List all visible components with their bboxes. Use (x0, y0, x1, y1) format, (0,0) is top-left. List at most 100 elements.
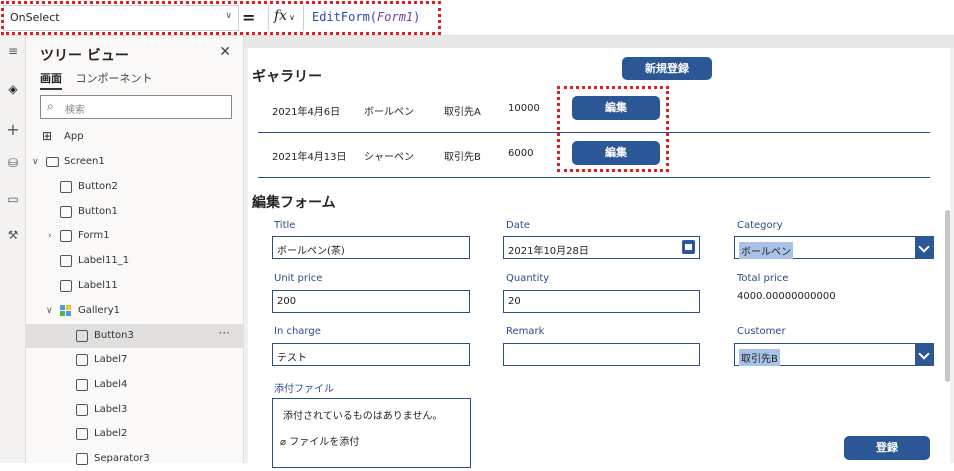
chevron-down-icon[interactable]: ∨ (32, 150, 39, 174)
row-item: シャーペン (364, 152, 414, 163)
gallery-row[interactable]: 2021年4月13日 シャーペン 取引先B 6000 編集 (258, 133, 930, 178)
close-icon[interactable]: ✕ (219, 44, 231, 60)
search-placeholder: 検索 (65, 105, 85, 116)
paperclip-icon: ⌀ (280, 437, 287, 448)
fx-icon: fx (274, 8, 288, 24)
chevron-right-icon[interactable]: › (48, 224, 52, 248)
database-icon[interactable]: ⛁ (4, 156, 22, 174)
property-dropdown[interactable]: OnSelect ∨ (3, 5, 239, 31)
equals-sign: = (242, 8, 256, 27)
tree-item-button2[interactable]: Button2 (26, 175, 244, 199)
tree-item-form1[interactable]: › Form1 (26, 224, 244, 248)
tree-item-label11[interactable]: Label11 (26, 274, 244, 298)
tree-item-label: Screen1 (64, 156, 105, 167)
separator-icon (76, 453, 88, 465)
chevron-down-icon[interactable] (915, 236, 934, 259)
calendar-icon[interactable] (682, 240, 695, 254)
tree-item-label: Label11 (78, 280, 118, 291)
gallery-row[interactable]: 2021年4月6日 ボールペン 取引先A 10000 編集 (258, 88, 930, 133)
label-icon (76, 354, 88, 366)
chevron-down-icon: ∨ (225, 11, 232, 21)
media-icon[interactable]: ▭ (4, 192, 22, 210)
tree-item-separator3[interactable]: Separator3 (26, 447, 244, 471)
title-value: ボールペン(茶) (277, 246, 345, 257)
row-date: 2021年4月6日 (272, 107, 341, 118)
gallery-icon (60, 305, 72, 317)
tree-item-label: Button3 (94, 330, 134, 341)
form-icon (60, 230, 72, 242)
tree-item-label4[interactable]: Label4 (26, 373, 244, 397)
customer-dropdown[interactable]: 取引先B (734, 343, 934, 366)
tree-view-panel: ツリー ビュー ✕ 画面 コンポーネント ⌕ 検索 ⊞ App ∨ Screen… (26, 36, 244, 465)
tree-item-button3[interactable]: Button3 ··· (26, 324, 244, 348)
left-icon-rail: ≡ ◈ + ⛁ ▭ ⚒ (0, 36, 26, 463)
formula-input[interactable]: EditForm(Form1) (312, 10, 420, 24)
unit-price-value: 200 (277, 296, 297, 307)
button-icon (76, 330, 88, 342)
category-value: ボールペン (739, 242, 793, 259)
vertical-scrollbar[interactable] (945, 210, 950, 382)
edit-button[interactable]: 編集 (572, 141, 660, 165)
label-icon (76, 379, 88, 391)
formula-bar: OnSelect ∨ = fx ∨ EditForm(Form1) (0, 0, 954, 36)
date-label: Date (506, 220, 530, 231)
attach-file-label: ファイルを添付 (289, 437, 360, 448)
tree-search-input[interactable]: ⌕ 検索 (40, 95, 232, 119)
tab-screens[interactable]: 画面 (40, 72, 62, 90)
in-charge-label: In charge (274, 326, 321, 337)
remark-input[interactable] (503, 343, 700, 366)
submit-button[interactable]: 登録 (844, 436, 930, 460)
tree-item-label: Separator3 (94, 453, 150, 464)
total-price-value: 4000.00000000000 (737, 291, 836, 302)
tree-item-gallery1[interactable]: ∨ Gallery1 (26, 299, 244, 323)
chevron-down-icon[interactable]: ∨ (46, 299, 53, 323)
tools-icon[interactable]: ⚒ (4, 228, 22, 246)
search-icon: ⌕ (47, 99, 54, 113)
formula-argument: Form1 (377, 10, 414, 24)
tree-item-label11-1[interactable]: Label11_1 (26, 249, 244, 273)
row-customer: 取引先A (444, 107, 481, 118)
tab-components[interactable]: コンポーネント (76, 72, 153, 88)
more-options-icon[interactable]: ··· (219, 321, 230, 345)
plus-icon[interactable]: + (4, 120, 22, 139)
tree-item-label: Label11_1 (78, 255, 130, 266)
unit-price-input[interactable]: 200 (272, 290, 470, 313)
row-date: 2021年4月13日 (272, 152, 347, 163)
row-customer: 取引先B (444, 152, 481, 163)
tree-item-button1[interactable]: Button1 (26, 200, 244, 224)
tree-item-label7[interactable]: Label7 (26, 348, 244, 372)
tree-item-screen1[interactable]: ∨ Screen1 (26, 150, 244, 174)
label-icon (76, 428, 88, 440)
hamburger-menu-icon[interactable]: ≡ (4, 44, 22, 62)
tree-item-label: Gallery1 (78, 305, 120, 316)
canvas-header (244, 36, 954, 48)
edit-button[interactable]: 編集 (572, 96, 660, 120)
form-title: 編集フォーム (252, 195, 336, 211)
customer-label: Customer (737, 326, 786, 337)
date-value: 2021年10月28日 (508, 246, 589, 257)
layers-icon[interactable]: ◈ (4, 82, 22, 100)
button-icon (60, 181, 72, 193)
formula-close-paren: ) (413, 10, 421, 24)
attach-file-link[interactable]: ⌀ ファイルを添付 (280, 433, 359, 448)
tree-item-app[interactable]: ⊞ App (26, 125, 244, 149)
chevron-down-icon[interactable] (915, 343, 934, 366)
chevron-down-icon: ∨ (289, 13, 295, 22)
title-input[interactable]: ボールペン(茶) (272, 236, 470, 259)
tree-item-label: Label4 (94, 379, 128, 390)
tree-item-label: Button1 (78, 206, 118, 217)
property-name: OnSelect (10, 11, 60, 24)
label-icon (60, 280, 72, 292)
in-charge-input[interactable]: テスト (272, 343, 470, 366)
date-picker[interactable]: 2021年10月28日 (503, 236, 700, 259)
quantity-input[interactable]: 20 (503, 290, 700, 313)
title-label: Title (274, 220, 296, 231)
tree-item-label: App (64, 131, 84, 142)
quantity-value: 20 (508, 296, 521, 307)
tree-item-label2[interactable]: Label2 (26, 422, 244, 446)
category-dropdown[interactable]: ボールペン (734, 236, 934, 259)
fx-button[interactable]: fx ∨ (268, 5, 304, 31)
attachments-empty-text: 添付されているものはありません。 (283, 411, 443, 422)
tree-item-label3[interactable]: Label3 (26, 398, 244, 422)
new-entry-button[interactable]: 新規登録 (622, 57, 712, 80)
